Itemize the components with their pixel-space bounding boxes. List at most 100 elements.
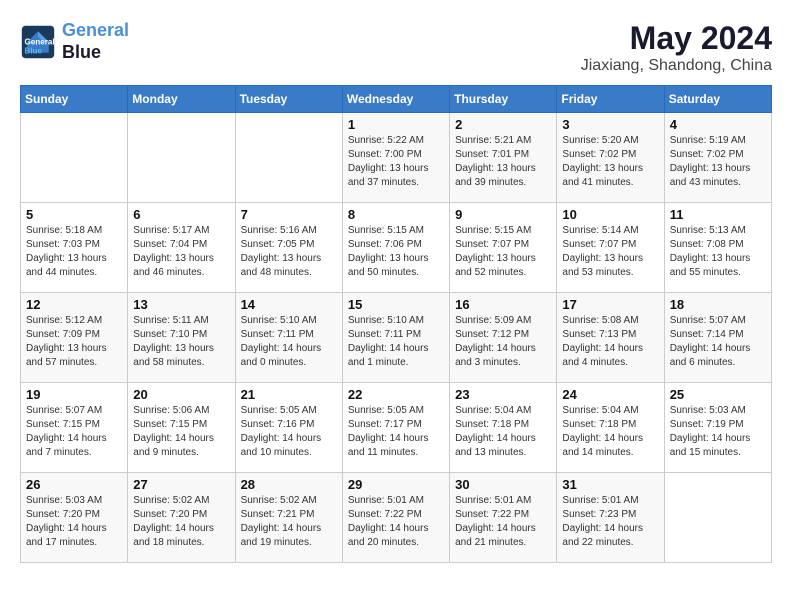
calendar-cell: 5 Sunrise: 5:18 AM Sunset: 7:03 PM Daylig… [21, 203, 128, 293]
day-number: 3 [562, 117, 658, 132]
weekday-header-thursday: Thursday [450, 86, 557, 113]
calendar-cell: 26 Sunrise: 5:03 AM Sunset: 7:20 PM Dayli… [21, 473, 128, 563]
day-info: Sunrise: 5:04 AM Sunset: 7:18 PM Dayligh… [455, 404, 551, 460]
calendar-cell: 23 Sunrise: 5:04 AM Sunset: 7:18 PM Dayli… [450, 383, 557, 473]
calendar-week-2: 5 Sunrise: 5:18 AM Sunset: 7:03 PM Daylig… [21, 203, 772, 293]
day-number: 18 [670, 297, 766, 312]
weekday-header-tuesday: Tuesday [235, 86, 342, 113]
weekday-row: SundayMondayTuesdayWednesdayThursdayFrid… [21, 86, 772, 113]
day-info: Sunrise: 5:01 AM Sunset: 7:22 PM Dayligh… [348, 494, 444, 550]
day-info: Sunrise: 5:11 AM Sunset: 7:10 PM Dayligh… [133, 314, 229, 370]
day-info: Sunrise: 5:22 AM Sunset: 7:00 PM Dayligh… [348, 134, 444, 190]
calendar-cell: 31 Sunrise: 5:01 AM Sunset: 7:23 PM Dayli… [557, 473, 664, 563]
calendar-week-5: 26 Sunrise: 5:03 AM Sunset: 7:20 PM Dayli… [21, 473, 772, 563]
day-info: Sunrise: 5:16 AM Sunset: 7:05 PM Dayligh… [241, 224, 337, 280]
weekday-header-friday: Friday [557, 86, 664, 113]
calendar-header: SundayMondayTuesdayWednesdayThursdayFrid… [21, 86, 772, 113]
day-info: Sunrise: 5:13 AM Sunset: 7:08 PM Dayligh… [670, 224, 766, 280]
calendar-cell [21, 113, 128, 203]
svg-text:Blue: Blue [25, 46, 43, 55]
calendar-cell: 17 Sunrise: 5:08 AM Sunset: 7:13 PM Dayli… [557, 293, 664, 383]
day-number: 10 [562, 207, 658, 222]
day-info: Sunrise: 5:20 AM Sunset: 7:02 PM Dayligh… [562, 134, 658, 190]
day-number: 4 [670, 117, 766, 132]
day-number: 28 [241, 477, 337, 492]
day-number: 13 [133, 297, 229, 312]
day-number: 26 [26, 477, 122, 492]
day-info: Sunrise: 5:18 AM Sunset: 7:03 PM Dayligh… [26, 224, 122, 280]
calendar-cell: 9Sunrise: 5:15 AM Sunset: 7:07 PM Daylig… [450, 203, 557, 293]
calendar-cell: 12 Sunrise: 5:12 AM Sunset: 7:09 PM Dayli… [21, 293, 128, 383]
calendar-cell: 16Sunrise: 5:09 AM Sunset: 7:12 PM Dayli… [450, 293, 557, 383]
location-subtitle: Jiaxiang, Shandong, China [581, 57, 772, 75]
day-number: 25 [670, 387, 766, 402]
calendar-cell: 21 Sunrise: 5:05 AM Sunset: 7:16 PM Dayli… [235, 383, 342, 473]
day-number: 11 [670, 207, 766, 222]
day-info: Sunrise: 5:05 AM Sunset: 7:17 PM Dayligh… [348, 404, 444, 460]
calendar-week-4: 19 Sunrise: 5:07 AM Sunset: 7:15 PM Dayli… [21, 383, 772, 473]
day-number: 27 [133, 477, 229, 492]
day-number: 24 [562, 387, 658, 402]
day-number: 14 [241, 297, 337, 312]
day-number: 22 [348, 387, 444, 402]
calendar-cell: 24Sunrise: 5:04 AM Sunset: 7:18 PM Dayli… [557, 383, 664, 473]
day-number: 19 [26, 387, 122, 402]
calendar-cell: 4 Sunrise: 5:19 AM Sunset: 7:02 PM Daylig… [664, 113, 771, 203]
weekday-header-monday: Monday [128, 86, 235, 113]
logo-text: GeneralBlue [62, 20, 129, 63]
day-info: Sunrise: 5:02 AM Sunset: 7:21 PM Dayligh… [241, 494, 337, 550]
day-info: Sunrise: 5:19 AM Sunset: 7:02 PM Dayligh… [670, 134, 766, 190]
day-info: Sunrise: 5:21 AM Sunset: 7:01 PM Dayligh… [455, 134, 551, 190]
day-number: 5 [26, 207, 122, 222]
calendar-cell [235, 113, 342, 203]
day-info: Sunrise: 5:05 AM Sunset: 7:16 PM Dayligh… [241, 404, 337, 460]
calendar-cell: 19 Sunrise: 5:07 AM Sunset: 7:15 PM Dayli… [21, 383, 128, 473]
calendar-cell: 2Sunrise: 5:21 AM Sunset: 7:01 PM Daylig… [450, 113, 557, 203]
weekday-header-sunday: Sunday [21, 86, 128, 113]
weekday-header-wednesday: Wednesday [342, 86, 449, 113]
calendar-cell: 11 Sunrise: 5:13 AM Sunset: 7:08 PM Dayli… [664, 203, 771, 293]
logo: General Blue GeneralBlue [20, 20, 129, 63]
day-info: Sunrise: 5:03 AM Sunset: 7:19 PM Dayligh… [670, 404, 766, 460]
calendar-cell: 14 Sunrise: 5:10 AM Sunset: 7:11 PM Dayli… [235, 293, 342, 383]
day-number: 16 [455, 297, 551, 312]
day-number: 31 [562, 477, 658, 492]
calendar-cell: 6 Sunrise: 5:17 AM Sunset: 7:04 PM Daylig… [128, 203, 235, 293]
day-info: Sunrise: 5:15 AM Sunset: 7:06 PM Dayligh… [348, 224, 444, 280]
day-number: 15 [348, 297, 444, 312]
day-number: 17 [562, 297, 658, 312]
day-number: 6 [133, 207, 229, 222]
day-info: Sunrise: 5:15 AM Sunset: 7:07 PM Dayligh… [455, 224, 551, 280]
calendar-cell: 27Sunrise: 5:02 AM Sunset: 7:20 PM Dayli… [128, 473, 235, 563]
calendar-cell: 13 Sunrise: 5:11 AM Sunset: 7:10 PM Dayli… [128, 293, 235, 383]
day-info: Sunrise: 5:07 AM Sunset: 7:14 PM Dayligh… [670, 314, 766, 370]
calendar-cell: 29Sunrise: 5:01 AM Sunset: 7:22 PM Dayli… [342, 473, 449, 563]
page-header: General Blue GeneralBlue May 2024 Jiaxia… [20, 20, 772, 75]
day-number: 23 [455, 387, 551, 402]
calendar-cell: 30Sunrise: 5:01 AM Sunset: 7:22 PM Dayli… [450, 473, 557, 563]
calendar-cell: 3 Sunrise: 5:20 AM Sunset: 7:02 PM Daylig… [557, 113, 664, 203]
day-info: Sunrise: 5:07 AM Sunset: 7:15 PM Dayligh… [26, 404, 122, 460]
calendar-cell [128, 113, 235, 203]
day-info: Sunrise: 5:03 AM Sunset: 7:20 PM Dayligh… [26, 494, 122, 550]
calendar-cell: 18 Sunrise: 5:07 AM Sunset: 7:14 PM Dayli… [664, 293, 771, 383]
calendar-cell: 7 Sunrise: 5:16 AM Sunset: 7:05 PM Daylig… [235, 203, 342, 293]
day-number: 21 [241, 387, 337, 402]
day-info: Sunrise: 5:01 AM Sunset: 7:23 PM Dayligh… [562, 494, 658, 550]
day-number: 30 [455, 477, 551, 492]
day-number: 12 [26, 297, 122, 312]
day-info: Sunrise: 5:14 AM Sunset: 7:07 PM Dayligh… [562, 224, 658, 280]
day-number: 7 [241, 207, 337, 222]
day-info: Sunrise: 5:08 AM Sunset: 7:13 PM Dayligh… [562, 314, 658, 370]
day-info: Sunrise: 5:17 AM Sunset: 7:04 PM Dayligh… [133, 224, 229, 280]
calendar-cell: 22 Sunrise: 5:05 AM Sunset: 7:17 PM Dayli… [342, 383, 449, 473]
day-number: 1 [348, 117, 444, 132]
calendar-cell: 20Sunrise: 5:06 AM Sunset: 7:15 PM Dayli… [128, 383, 235, 473]
calendar-body: 1 Sunrise: 5:22 AM Sunset: 7:00 PM Daylig… [21, 113, 772, 563]
calendar-table: SundayMondayTuesdayWednesdayThursdayFrid… [20, 85, 772, 563]
day-info: Sunrise: 5:12 AM Sunset: 7:09 PM Dayligh… [26, 314, 122, 370]
svg-text:General: General [25, 37, 55, 46]
calendar-cell: 15Sunrise: 5:10 AM Sunset: 7:11 PM Dayli… [342, 293, 449, 383]
day-info: Sunrise: 5:06 AM Sunset: 7:15 PM Dayligh… [133, 404, 229, 460]
day-info: Sunrise: 5:10 AM Sunset: 7:11 PM Dayligh… [241, 314, 337, 370]
